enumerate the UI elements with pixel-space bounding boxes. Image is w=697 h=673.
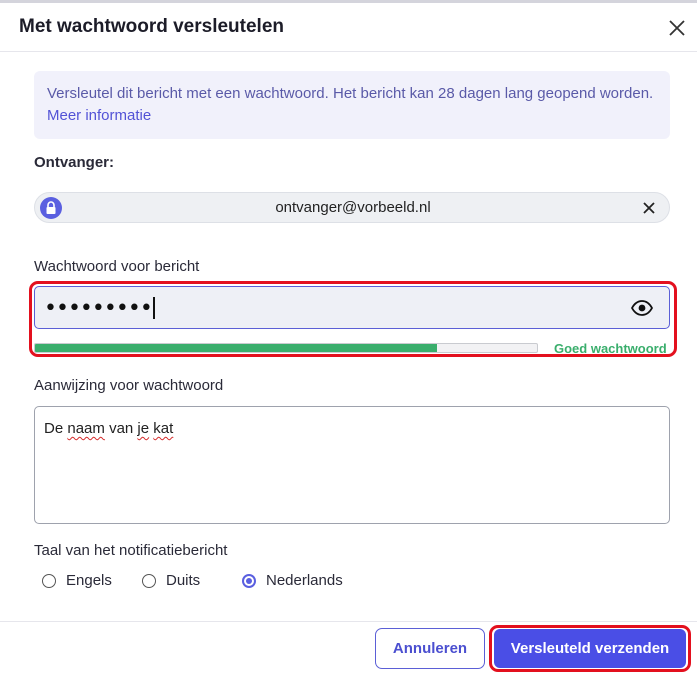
recipient-chip: ontvanger@vorbeeld.nl bbox=[34, 192, 670, 223]
spellcheck-word: kat bbox=[153, 420, 174, 437]
radio-label: Duits bbox=[166, 572, 201, 589]
send-encrypted-button[interactable]: Versleuteld verzenden bbox=[494, 629, 686, 668]
language-label: Taal van het notificatiebericht bbox=[34, 542, 228, 559]
radio-circle bbox=[142, 574, 156, 588]
password-highlight bbox=[29, 281, 677, 357]
radio-label: Engels bbox=[66, 572, 112, 589]
radio-circle-selected bbox=[242, 574, 256, 588]
close-icon bbox=[643, 202, 655, 214]
spellcheck-word: je bbox=[137, 420, 150, 437]
hint-value: De naam van je kat bbox=[44, 420, 174, 437]
close-button[interactable] bbox=[664, 15, 690, 41]
recipient-label: Ontvanger: bbox=[34, 154, 115, 171]
more-info-link[interactable]: Meer informatie bbox=[47, 107, 151, 124]
hint-textarea[interactable]: De naam van je kat bbox=[34, 406, 670, 524]
info-message: Versleutel dit bericht met een wachtwoor… bbox=[47, 85, 654, 102]
remove-recipient-button[interactable] bbox=[641, 200, 657, 216]
encrypt-dialog: Met wachtwoord versleutelen Versleutel d… bbox=[0, 0, 697, 672]
radio-circle bbox=[42, 574, 56, 588]
radio-label: Nederlands bbox=[266, 572, 343, 589]
dialog-header: Met wachtwoord versleutelen bbox=[0, 3, 697, 52]
recipient-email: ontvanger@vorbeeld.nl bbox=[275, 199, 431, 216]
spellcheck-word: naam bbox=[67, 420, 105, 437]
info-banner: Versleutel dit bericht met een wachtwoor… bbox=[34, 71, 670, 139]
hint-label: Aanwijzing voor wachtwoord bbox=[34, 377, 224, 394]
info-text: Versleutel dit bericht met een wachtwoor… bbox=[47, 83, 657, 127]
close-icon bbox=[669, 20, 685, 36]
dialog-title: Met wachtwoord versleutelen bbox=[19, 16, 285, 37]
password-label: Wachtwoord voor bericht bbox=[34, 258, 200, 275]
cancel-button[interactable]: Annuleren bbox=[375, 628, 485, 669]
